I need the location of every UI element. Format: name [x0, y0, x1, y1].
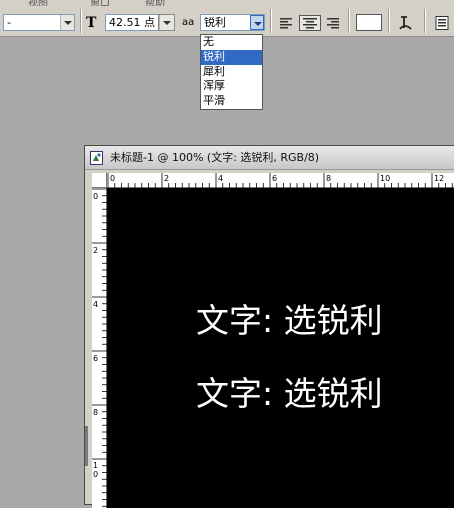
ruler-label: 8: [93, 408, 99, 417]
vertical-ruler-ticks: [92, 188, 107, 507]
toolbar-separator: [348, 9, 350, 33]
antialias-value: 锐利: [204, 16, 226, 29]
document-title: 未标题-1 @ 100% (文字: 选锐利, RGB/8): [110, 151, 320, 164]
window-resize-edge[interactable]: [85, 426, 88, 466]
chevron-down-icon[interactable]: [60, 15, 74, 30]
horizontal-ruler-ticks: [107, 173, 453, 188]
warp-text-icon[interactable]: [398, 15, 414, 31]
font-size-value: 42.51 点: [109, 16, 155, 29]
vertical-ruler[interactable]: 0 2 4 6 8 1 0: [92, 188, 107, 508]
document-icon: [90, 151, 103, 165]
ruler-label: 0: [93, 192, 99, 201]
ruler-label: 6: [272, 174, 278, 183]
document-window: 未标题-1 @ 100% (文字: 选锐利, RGB/8) 0 2 4 6 8 …: [84, 145, 454, 508]
chevron-down-icon: [159, 15, 174, 30]
align-left-icon[interactable]: [279, 15, 293, 31]
ruler-label: 6: [93, 354, 99, 363]
font-size-dropdown-button[interactable]: [158, 14, 175, 31]
document-title-bar[interactable]: 未标题-1 @ 100% (文字: 选锐利, RGB/8): [85, 146, 454, 170]
canvas-text-layer[interactable]: 文字: 选锐利: [196, 302, 383, 340]
font-style-value: -: [7, 16, 11, 29]
ruler-label: 10: [380, 174, 391, 183]
ruler-label: 1 0: [93, 461, 99, 479]
toolbar-separator: [270, 9, 272, 33]
chevron-down-icon[interactable]: [250, 15, 264, 30]
options-bar: - T 42.51 点 aa 锐利: [0, 6, 454, 37]
toolbar-separator: [388, 9, 390, 33]
toolbar-separator: [80, 9, 82, 33]
toolbar-separator: [424, 9, 426, 33]
ruler-label: 8: [326, 174, 332, 183]
font-size-icon: T: [86, 15, 97, 31]
antialias-icon: aa: [182, 17, 195, 28]
antialias-option-none[interactable]: 无: [201, 35, 262, 50]
antialias-option-smooth[interactable]: 平滑: [201, 94, 262, 109]
font-style-select[interactable]: -: [3, 14, 75, 31]
antialias-option-crisp[interactable]: 犀利: [201, 65, 262, 80]
document-canvas[interactable]: 文字: 选锐利 文字: 选锐利: [107, 188, 454, 508]
antialias-select[interactable]: 锐利: [200, 14, 265, 31]
ruler-label: 2: [164, 174, 170, 183]
antialias-option-sharp[interactable]: 锐利: [201, 49, 262, 65]
text-color-swatch[interactable]: [356, 14, 382, 31]
ruler-label: 2: [93, 246, 99, 255]
ruler-label: 0: [110, 174, 116, 183]
antialias-dropdown-list: 无 锐利 犀利 浑厚 平滑: [200, 34, 263, 110]
ruler-label: 12: [434, 174, 445, 183]
canvas-text-layer[interactable]: 文字: 选锐利: [196, 375, 383, 413]
align-right-icon[interactable]: [326, 15, 340, 31]
align-center-icon[interactable]: [299, 15, 321, 31]
ruler-label: 4: [218, 174, 224, 183]
palettes-icon[interactable]: [434, 15, 450, 31]
antialias-option-strong[interactable]: 浑厚: [201, 79, 262, 94]
ruler-label: 4: [93, 300, 99, 309]
ruler-origin[interactable]: [92, 173, 107, 188]
horizontal-ruler[interactable]: 0 2 4 6 8 10 12: [107, 173, 454, 188]
